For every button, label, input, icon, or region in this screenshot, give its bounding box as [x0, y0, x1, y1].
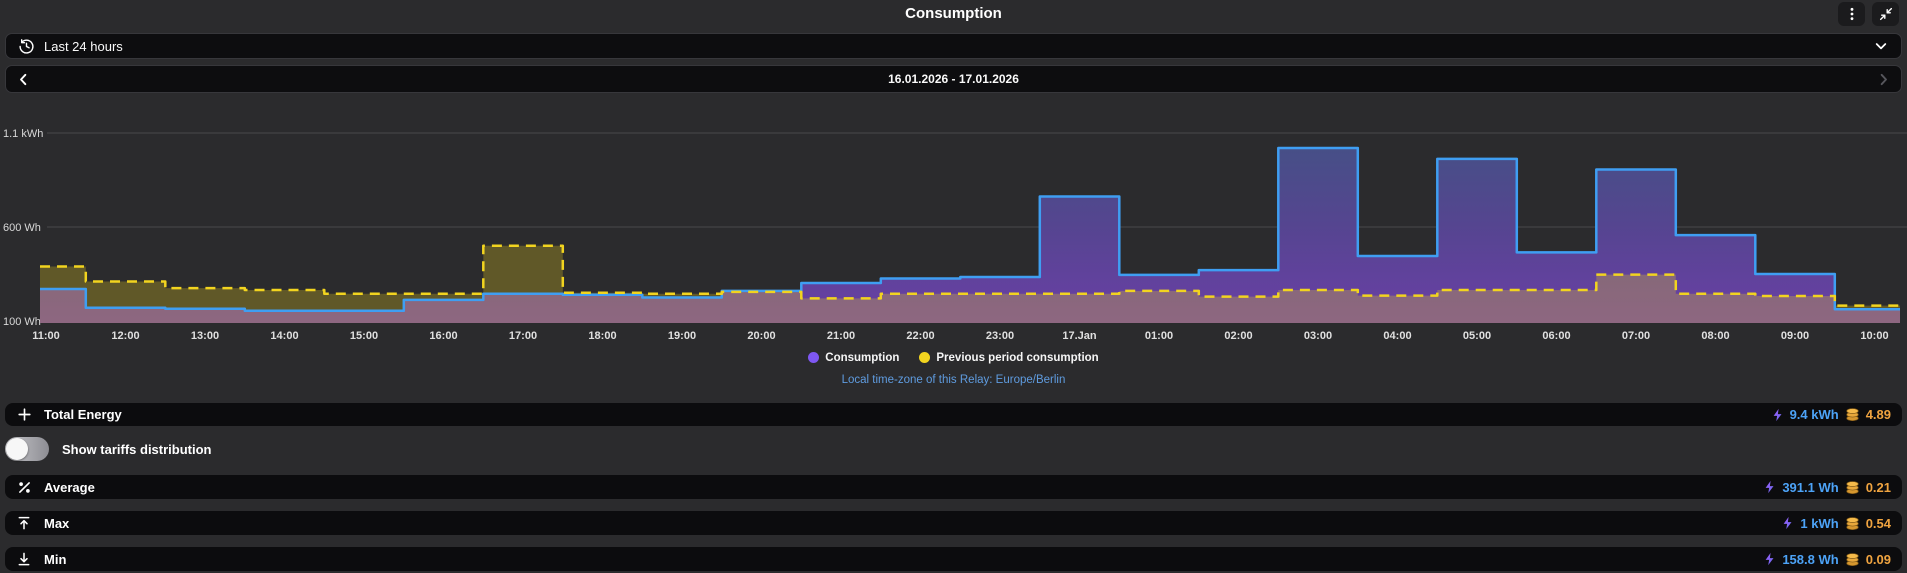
- x-axis-tick: 22:00: [906, 330, 934, 342]
- coins-icon: [1844, 407, 1861, 422]
- stat-label: Average: [44, 480, 95, 495]
- consumption-chart: 1.1 kWh 600 Wh 100 Wh 11:00 12:00 13:00 14:00 1…: [0, 96, 1907, 346]
- toggle-knob: [6, 438, 28, 460]
- x-axis-tick: 02:00: [1224, 330, 1252, 342]
- legend-item-consumption: Consumption: [808, 352, 899, 364]
- lightning-bolt-icon: [1781, 516, 1795, 530]
- x-axis-tick: 19:00: [668, 330, 696, 342]
- stat-label: Max: [44, 516, 69, 531]
- tariffs-toggle-row: Show tariffs distribution: [5, 436, 1902, 462]
- x-axis-tick: 09:00: [1781, 330, 1809, 342]
- chevron-down-icon: [1873, 38, 1889, 54]
- energy-value: 1 kWh: [1800, 516, 1838, 531]
- y-axis-tick: 100 Wh: [3, 316, 41, 328]
- x-axis-tick: 06:00: [1542, 330, 1570, 342]
- x-axis-tick: 13:00: [191, 330, 219, 342]
- x-axis-tick: 07:00: [1622, 330, 1650, 342]
- stat-row-average: Average 391.1 Wh 0.21: [5, 475, 1902, 499]
- time-range-label: Last 24 hours: [44, 39, 123, 54]
- stat-row-total-energy: Total Energy 9.4 kWh 4.89: [5, 403, 1902, 426]
- menu-button[interactable]: [1838, 2, 1865, 26]
- widget-header: Consumption: [0, 0, 1907, 27]
- chart-legend: Consumption Previous period consumption: [0, 350, 1907, 365]
- cost-value: 0.21: [1866, 480, 1891, 495]
- x-axis-tick: 08:00: [1701, 330, 1729, 342]
- previous-period-dot-icon: [919, 352, 930, 363]
- y-axis-tick: 600 Wh: [3, 222, 41, 234]
- x-axis-tick: 12:00: [111, 330, 139, 342]
- stat-row-min: Min 158.8 Wh 0.09: [5, 547, 1902, 571]
- stat-label: Min: [44, 552, 66, 567]
- kebab-menu-icon: [1844, 6, 1860, 22]
- show-tariffs-toggle[interactable]: [5, 437, 49, 461]
- x-axis-tick: 21:00: [827, 330, 855, 342]
- x-axis-tick: 17.Jan: [1062, 330, 1097, 342]
- x-axis-tick: 01:00: [1145, 330, 1173, 342]
- history-icon: [18, 38, 35, 55]
- x-axis-tick: 17:00: [509, 330, 537, 342]
- cost-value: 0.54: [1866, 516, 1891, 531]
- x-axis-tick: 23:00: [986, 330, 1014, 342]
- x-axis-tick: 03:00: [1304, 330, 1332, 342]
- stat-label: Total Energy: [44, 407, 122, 422]
- x-axis-tick: 15:00: [350, 330, 378, 342]
- collapse-button[interactable]: [1872, 2, 1899, 26]
- percent-icon: [16, 479, 33, 496]
- x-axis-tick: 18:00: [588, 330, 616, 342]
- coins-icon: [1844, 552, 1861, 567]
- y-axis-tick: 1.1 kWh: [3, 128, 43, 140]
- date-navigation: 16.01.2026 - 17.01.2026: [5, 65, 1902, 93]
- toggle-label: Show tariffs distribution: [62, 442, 212, 457]
- time-range-selector[interactable]: Last 24 hours: [5, 33, 1902, 59]
- x-axis-tick: 10:00: [1860, 330, 1888, 342]
- coins-icon: [1844, 480, 1861, 495]
- cost-value: 0.09: [1866, 552, 1891, 567]
- x-axis-tick: 04:00: [1383, 330, 1411, 342]
- lightning-bolt-icon: [1763, 552, 1777, 566]
- x-axis-tick: 20:00: [747, 330, 775, 342]
- x-axis-tick: 16:00: [429, 330, 457, 342]
- arrow-up-to-bar-icon: [16, 515, 32, 531]
- x-axis-tick: 11:00: [32, 330, 60, 342]
- compress-icon: [1878, 6, 1894, 22]
- date-range-label: 16.01.2026 - 17.01.2026: [6, 72, 1901, 86]
- arrow-down-to-bar-icon: [16, 551, 32, 567]
- energy-value: 391.1 Wh: [1782, 480, 1838, 495]
- plus-icon: [16, 406, 33, 423]
- energy-value: 158.8 Wh: [1782, 552, 1838, 567]
- page-title: Consumption: [0, 0, 1907, 27]
- energy-value: 9.4 kWh: [1790, 407, 1839, 422]
- stat-row-max: Max 1 kWh 0.54: [5, 511, 1902, 535]
- legend-label: Consumption: [825, 352, 899, 364]
- cost-value: 4.89: [1866, 407, 1891, 422]
- x-axis-tick: 14:00: [270, 330, 298, 342]
- x-axis-tick: 05:00: [1463, 330, 1491, 342]
- timezone-note: Local time-zone of this Relay: Europe/Be…: [0, 374, 1907, 388]
- legend-item-previous: Previous period consumption: [919, 352, 1098, 364]
- consumption-dot-icon: [808, 352, 819, 363]
- lightning-bolt-icon: [1763, 480, 1777, 494]
- lightning-bolt-icon: [1771, 408, 1785, 422]
- legend-label: Previous period consumption: [936, 352, 1098, 364]
- coins-icon: [1844, 516, 1861, 531]
- header-actions: [1838, 2, 1899, 26]
